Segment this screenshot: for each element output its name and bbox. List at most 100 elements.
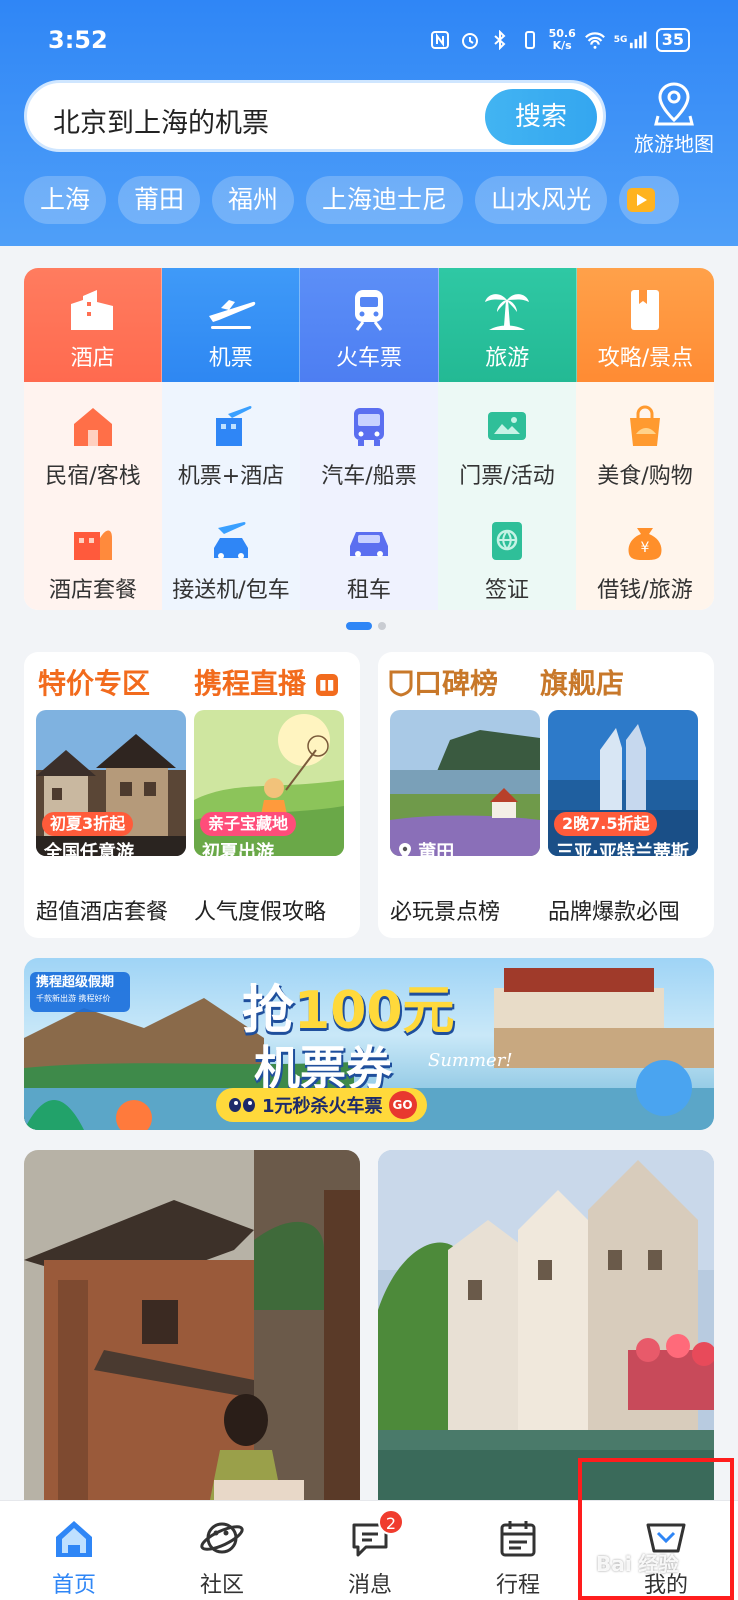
page-indicator [346, 622, 386, 630]
search-button[interactable]: 搜索 [485, 89, 597, 145]
service-car-rental[interactable]: 租车 [300, 496, 438, 610]
nav-community[interactable]: 社区 [148, 1501, 296, 1600]
feed-card-photo[interactable] [24, 1150, 360, 1510]
service-label: 签证 [484, 578, 529, 603]
deal-badge: 初夏3折起 [42, 812, 134, 836]
search-query: 北京到上海的机票 [53, 108, 269, 139]
nav-messages[interactable]: 2 消息 [296, 1501, 444, 1600]
service-guide[interactable]: 攻略/景点 [576, 268, 714, 382]
deal-subtitle[interactable]: 人气度假攻略 [194, 894, 326, 926]
service-flight-hotel[interactable]: 机票+酒店 [162, 382, 300, 496]
live-icon: ▮▮ [315, 674, 338, 696]
planet-icon [200, 1522, 244, 1554]
chip[interactable]: 莆田 [118, 176, 201, 224]
flagship-subtitle[interactable]: 品牌爆款必囤 [548, 894, 680, 926]
service-label: 酒店套餐 [48, 578, 137, 603]
ranking-location: 莆田 [398, 838, 454, 856]
hotel-package-icon [74, 530, 112, 560]
feed-card-photo[interactable] [378, 1150, 714, 1510]
palm-tree-icon [485, 294, 530, 330]
deals-title[interactable]: 特价专区 [38, 662, 150, 702]
deal-caption: 全国任意游 [44, 842, 134, 856]
services-row-2: 民宿/客栈 机票+酒店 汽车/船票 门票/活动 美食/购物 [24, 382, 714, 496]
annotation-highlight-box [578, 1458, 734, 1600]
service-label: 借钱/旅游 [597, 578, 693, 603]
deal-tile-nationwide[interactable]: 初夏3折起 全国任意游 [36, 710, 186, 856]
ticket-icon [488, 412, 526, 440]
wifi-icon [584, 29, 606, 51]
banner-tag-title: 携程超级假期 [36, 975, 115, 990]
service-label: 酒店 [70, 346, 115, 371]
car-icon [350, 532, 388, 557]
nav-label: 首页 [51, 1573, 96, 1598]
nav-label: 消息 [347, 1573, 392, 1598]
service-hotel-package[interactable]: 酒店套餐 [24, 496, 162, 610]
ranking-location-text: 莆田 [418, 842, 455, 856]
service-train[interactable]: 火车票 [300, 268, 439, 382]
deal-caption: 初夏出游 [202, 842, 274, 856]
service-grid: 酒店 机票 火车票 旅游 攻略/景点 民宿/客栈 机票+酒店 汽车/船票 门票/… [24, 268, 714, 610]
service-travel[interactable]: 旅游 [438, 268, 577, 382]
location-pin-icon [399, 843, 411, 856]
nav-home[interactable]: 首页 [0, 1501, 148, 1600]
bluetooth-icon [489, 29, 511, 51]
service-visa[interactable]: 签证 [438, 496, 576, 610]
service-tickets[interactable]: 门票/活动 [438, 382, 576, 496]
promo-banner[interactable]: 携程超级假期 千款新出游 携程好价 抢100元 机票券 Summer! 1元秒杀… [24, 958, 714, 1130]
service-airport-transfer[interactable]: 接送机/包车 [162, 496, 300, 610]
chip[interactable]: 上海 [24, 176, 107, 224]
play-icon [627, 188, 656, 212]
chip[interactable]: 福州 [212, 176, 295, 224]
live-title[interactable]: 携程直播 ▮▮ [194, 662, 338, 702]
airplane-icon [208, 300, 256, 329]
ranking-subtitle[interactable]: 必玩景点榜 [390, 894, 500, 926]
service-label: 火车票 [336, 346, 403, 371]
go-button[interactable]: GO [388, 1091, 417, 1119]
service-flight[interactable]: 机票 [162, 268, 301, 382]
nfc-icon [429, 29, 451, 51]
network-type: 5G [613, 35, 628, 45]
page-dot-active [346, 622, 372, 630]
travel-map-label: 旅游地图 [634, 132, 714, 156]
nav-itinerary[interactable]: 行程 [444, 1501, 592, 1600]
deal-tile-early-summer[interactable]: 亲子宝藏地 初夏出游 [194, 710, 344, 856]
chip-video[interactable] [619, 176, 680, 224]
promo-card-rankings: 口碑榜 旗舰店 莆田 2晚7.5折起 三亚·亚特兰蒂斯 必玩景点榜 品牌爆款必囤 [378, 652, 714, 938]
flagship-title[interactable]: 旗舰店 [540, 662, 624, 702]
ranking-tile-putian[interactable]: 莆田 [390, 710, 540, 856]
service-loan-travel[interactable]: ¥ 借钱/旅游 [576, 496, 714, 610]
flagship-caption: 三亚·亚特兰蒂斯 [556, 842, 689, 856]
rankings-title[interactable]: 口碑榜 [388, 662, 498, 702]
chip[interactable]: 山水风光 [475, 176, 608, 224]
banner-cta[interactable]: 1元秒杀火车票 GO [216, 1088, 427, 1122]
service-food-shopping[interactable]: 美食/购物 [576, 382, 714, 496]
vibrate-icon [519, 29, 541, 51]
status-bar: 3:52 50.6 K/s 5G 35 [0, 22, 738, 62]
service-hotel[interactable]: 酒店 [24, 268, 163, 382]
money-bag-icon: ¥ [628, 528, 662, 560]
travel-map-button[interactable]: 旅游地图 [618, 78, 730, 156]
service-label: 民宿/客栈 [45, 464, 141, 489]
service-label: 美食/购物 [597, 464, 693, 489]
eyes-icon [229, 1098, 255, 1112]
chip[interactable]: 上海迪士尼 [306, 176, 464, 224]
shield-badge-icon [389, 670, 413, 697]
banner-summer-text: Summer! [428, 1050, 513, 1071]
canal-town-photo [378, 1150, 714, 1510]
services-row-3: 酒店套餐 接送机/包车 租车 签证 ¥ 借钱/旅游 [24, 496, 714, 610]
airport-transfer-icon [214, 522, 248, 559]
flight-hotel-icon [216, 406, 252, 446]
nav-label: 社区 [199, 1573, 244, 1598]
search-input[interactable]: 北京到上海的机票 搜索 [24, 80, 606, 152]
battery-indicator: 35 [655, 28, 690, 52]
service-bus-ship[interactable]: 汽车/船票 [300, 382, 438, 496]
signal-icon: 5G [614, 29, 648, 51]
page-dot [378, 622, 386, 630]
service-homestay[interactable]: 民宿/客栈 [24, 382, 162, 496]
bus-icon [354, 408, 384, 446]
flagship-tile-atlantis[interactable]: 2晚7.5折起 三亚·亚特兰蒂斯 [548, 710, 698, 856]
rankings-title-text: 口碑榜 [414, 667, 499, 700]
service-label: 机票 [208, 346, 253, 371]
service-label: 接送机/包车 [172, 578, 290, 603]
deal-subtitle[interactable]: 超值酒店套餐 [36, 894, 168, 926]
